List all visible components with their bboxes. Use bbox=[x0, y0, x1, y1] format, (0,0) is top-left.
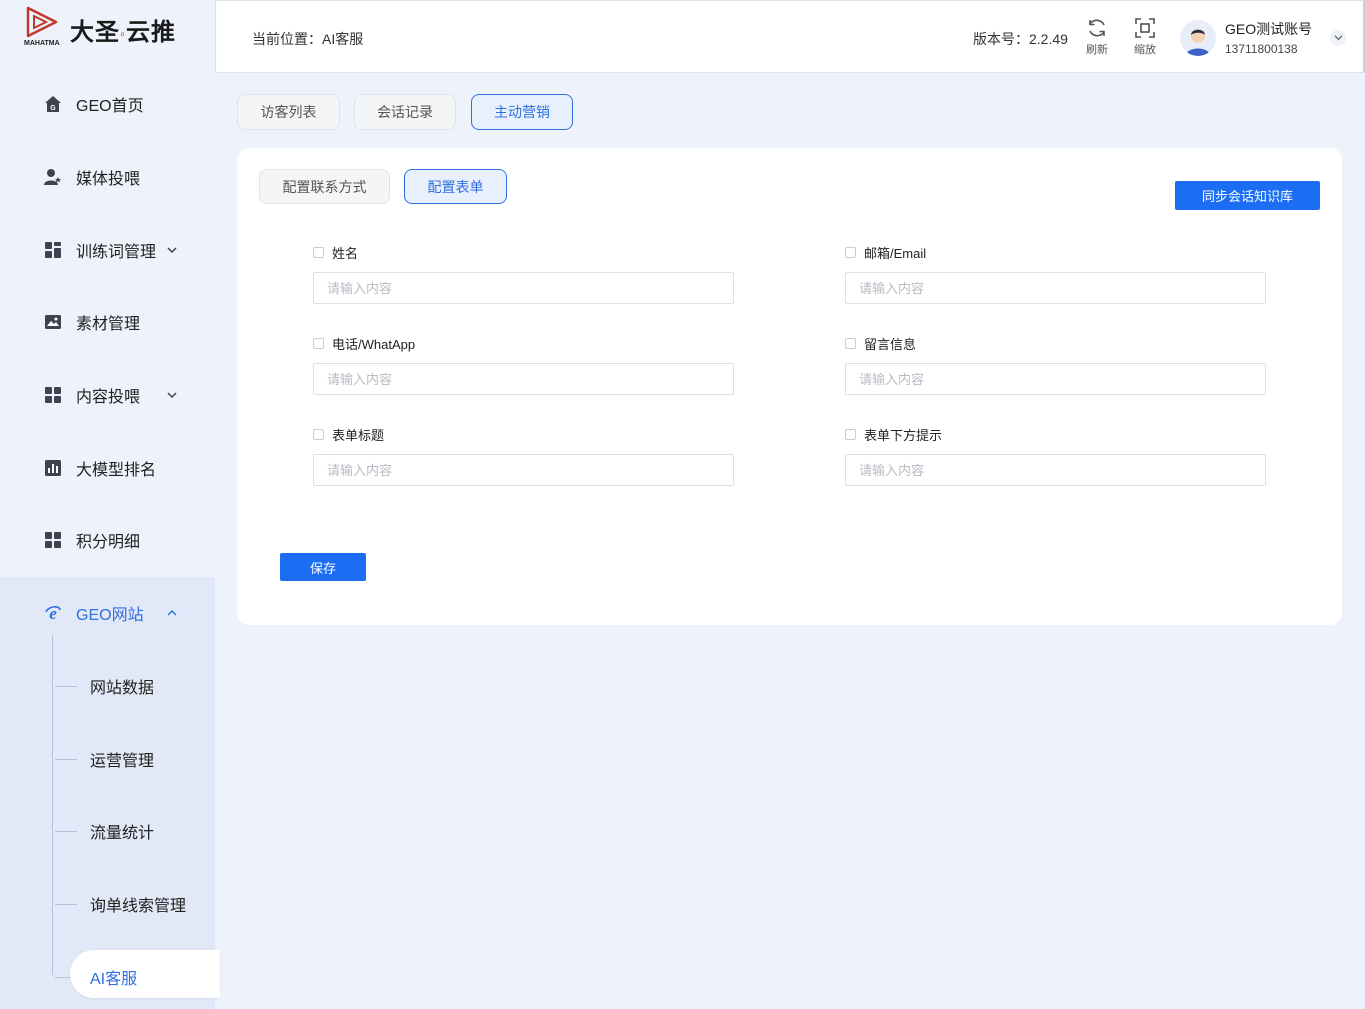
subtab-form-config[interactable]: 配置表单 bbox=[404, 169, 507, 204]
sidebar-item-media-feed[interactable]: 媒体投喂 bbox=[0, 141, 215, 214]
grid-icon bbox=[44, 241, 62, 259]
form-hint-input[interactable] bbox=[845, 454, 1266, 486]
chevron-up-icon bbox=[167, 610, 177, 616]
user-name: GEO测试账号 bbox=[1225, 21, 1313, 37]
sidebar-subitem-label: AI客服 bbox=[90, 970, 138, 988]
user-star-icon bbox=[44, 168, 62, 186]
name-input[interactable] bbox=[313, 272, 734, 304]
sidebar-item-points-detail[interactable]: 积分明细 bbox=[0, 504, 215, 577]
subtab-contact-config[interactable]: 配置联系方式 bbox=[259, 169, 390, 204]
sidebar-item-materials[interactable]: 素材管理 bbox=[0, 286, 215, 359]
grid-icon bbox=[44, 386, 62, 404]
form-field-message: 留言信息 bbox=[845, 335, 1266, 395]
refresh-icon bbox=[1089, 19, 1105, 37]
chevron-down-icon bbox=[167, 392, 177, 399]
form-field-phone: 电话/WhatApp bbox=[313, 335, 734, 395]
sidebar-subitem-label: 运营管理 bbox=[90, 752, 155, 770]
logo-mark-icon: MAHATMA bbox=[24, 6, 60, 50]
zoom-button[interactable]: 缩放 bbox=[1130, 17, 1160, 57]
sidebar-item-geo-home[interactable]: G GEO首页 bbox=[0, 68, 215, 141]
tab-active-marketing[interactable]: 主动营销 bbox=[471, 94, 573, 130]
fullscreen-icon bbox=[1135, 18, 1155, 38]
sidebar-item-content-feed[interactable]: 内容投喂 bbox=[0, 359, 215, 432]
form-field-email: 邮箱/Email bbox=[845, 244, 1266, 304]
field-checkbox[interactable] bbox=[313, 337, 324, 349]
sidebar-item-geo-site[interactable]: e GEO网站 bbox=[0, 577, 215, 650]
field-checkbox[interactable] bbox=[313, 428, 324, 440]
tab-session-records[interactable]: 会话记录 bbox=[354, 94, 456, 130]
logo-subtitle: MAHATMA bbox=[24, 40, 60, 47]
sidebar-item-label: 内容投喂 bbox=[76, 389, 141, 407]
avatar bbox=[1180, 19, 1216, 56]
sidebar-item-label: 大模型排名 bbox=[76, 461, 157, 479]
bar-chart-icon bbox=[44, 459, 62, 477]
sidebar-subitem-leads[interactable]: 询单线索管理 bbox=[0, 868, 215, 941]
field-checkbox[interactable] bbox=[845, 337, 856, 349]
sidebar-group-geo-site: e GEO网站 网站数据 运营管理 流量统计 询单线索管理 AI客服 bbox=[0, 576, 220, 1009]
version-label: 版本号：2.2.49 bbox=[973, 31, 1068, 47]
form-field-hint: 表单下方提示 bbox=[845, 426, 1266, 486]
sidebar-item-label: 训练词管理 bbox=[76, 243, 157, 261]
grid-icon bbox=[44, 531, 62, 549]
zoom-label: 缩放 bbox=[1134, 44, 1156, 56]
sidebar-subitem-site-data[interactable]: 网站数据 bbox=[0, 650, 215, 723]
sidebar-subitem-label: 流量统计 bbox=[90, 825, 155, 843]
sidebar-subitem-label: 询单线索管理 bbox=[90, 897, 187, 915]
user-phone: 13711800138 bbox=[1225, 42, 1298, 56]
field-checkbox[interactable] bbox=[845, 246, 856, 258]
form-title-input[interactable] bbox=[313, 454, 734, 486]
sidebar-subitem-traffic-stats[interactable]: 流量统计 bbox=[0, 795, 215, 868]
field-label: 留言信息 bbox=[864, 336, 917, 352]
field-checkbox[interactable] bbox=[313, 246, 324, 258]
sidebar-item-label: GEO首页 bbox=[76, 98, 144, 116]
sidebar-item-label: GEO网站 bbox=[76, 607, 144, 625]
chevron-down-icon bbox=[167, 247, 177, 253]
field-checkbox[interactable] bbox=[845, 428, 856, 440]
brand-logo[interactable]: MAHATMA 大圣◦云推 bbox=[24, 6, 176, 56]
sidebar-item-label: 积分明细 bbox=[76, 534, 141, 552]
image-icon bbox=[44, 313, 62, 331]
sidebar-item-model-ranking[interactable]: 大模型排名 bbox=[0, 431, 215, 504]
refresh-button[interactable]: 刷新 bbox=[1082, 17, 1112, 57]
home-icon: G bbox=[44, 95, 62, 113]
field-label: 表单标题 bbox=[332, 427, 385, 443]
top-header: 当前位置：AI客服 版本号：2.2.49 刷新 缩放 GEO测试账号 13711… bbox=[215, 0, 1365, 73]
field-label: 邮箱/Email bbox=[864, 245, 927, 261]
email-input[interactable] bbox=[845, 272, 1266, 304]
save-button[interactable]: 保存 bbox=[280, 553, 366, 581]
message-input[interactable] bbox=[845, 363, 1266, 395]
field-label: 表单下方提示 bbox=[864, 427, 943, 443]
field-label: 姓名 bbox=[332, 245, 359, 261]
ie-icon: e bbox=[44, 604, 62, 622]
sidebar-nav: G GEO首页 媒体投喂 训练词管理 素材管理 内容投喂 大模型排名 积分明细 … bbox=[0, 68, 220, 1009]
sidebar-subitem-operations[interactable]: 运营管理 bbox=[0, 722, 215, 795]
chevron-down-icon[interactable] bbox=[1330, 29, 1347, 46]
brand-name: 大圣◦云推 bbox=[70, 19, 176, 46]
svg-text:G: G bbox=[50, 105, 56, 112]
sidebar-subitem-label: 网站数据 bbox=[90, 679, 155, 697]
field-label: 电话/WhatApp bbox=[332, 336, 416, 352]
user-menu[interactable]: GEO测试账号 13711800138 bbox=[1180, 19, 1347, 56]
sidebar-subitem-ai-service[interactable]: AI客服 bbox=[0, 940, 220, 1009]
sidebar-item-training-words[interactable]: 训练词管理 bbox=[0, 213, 215, 286]
sidebar-item-label: 媒体投喂 bbox=[76, 171, 141, 189]
sidebar: MAHATMA 大圣◦云推 G GEO首页 媒体投喂 训练词管理 素材管理 内容… bbox=[0, 0, 220, 1009]
breadcrumb: 当前位置：AI客服 bbox=[252, 31, 364, 47]
sidebar-item-label: 素材管理 bbox=[76, 316, 141, 334]
phone-input[interactable] bbox=[313, 363, 734, 395]
tab-visitor-list[interactable]: 访客列表 bbox=[237, 94, 340, 130]
sync-knowledge-button[interactable]: 同步会话知识库 bbox=[1175, 181, 1320, 210]
refresh-label: 刷新 bbox=[1086, 44, 1108, 56]
form-config-card: 配置联系方式 配置表单 同步会话知识库 姓名 邮箱/Email 电话/WhatA… bbox=[237, 148, 1342, 625]
form-field-title: 表单标题 bbox=[313, 426, 734, 486]
form-field-name: 姓名 bbox=[313, 244, 734, 304]
